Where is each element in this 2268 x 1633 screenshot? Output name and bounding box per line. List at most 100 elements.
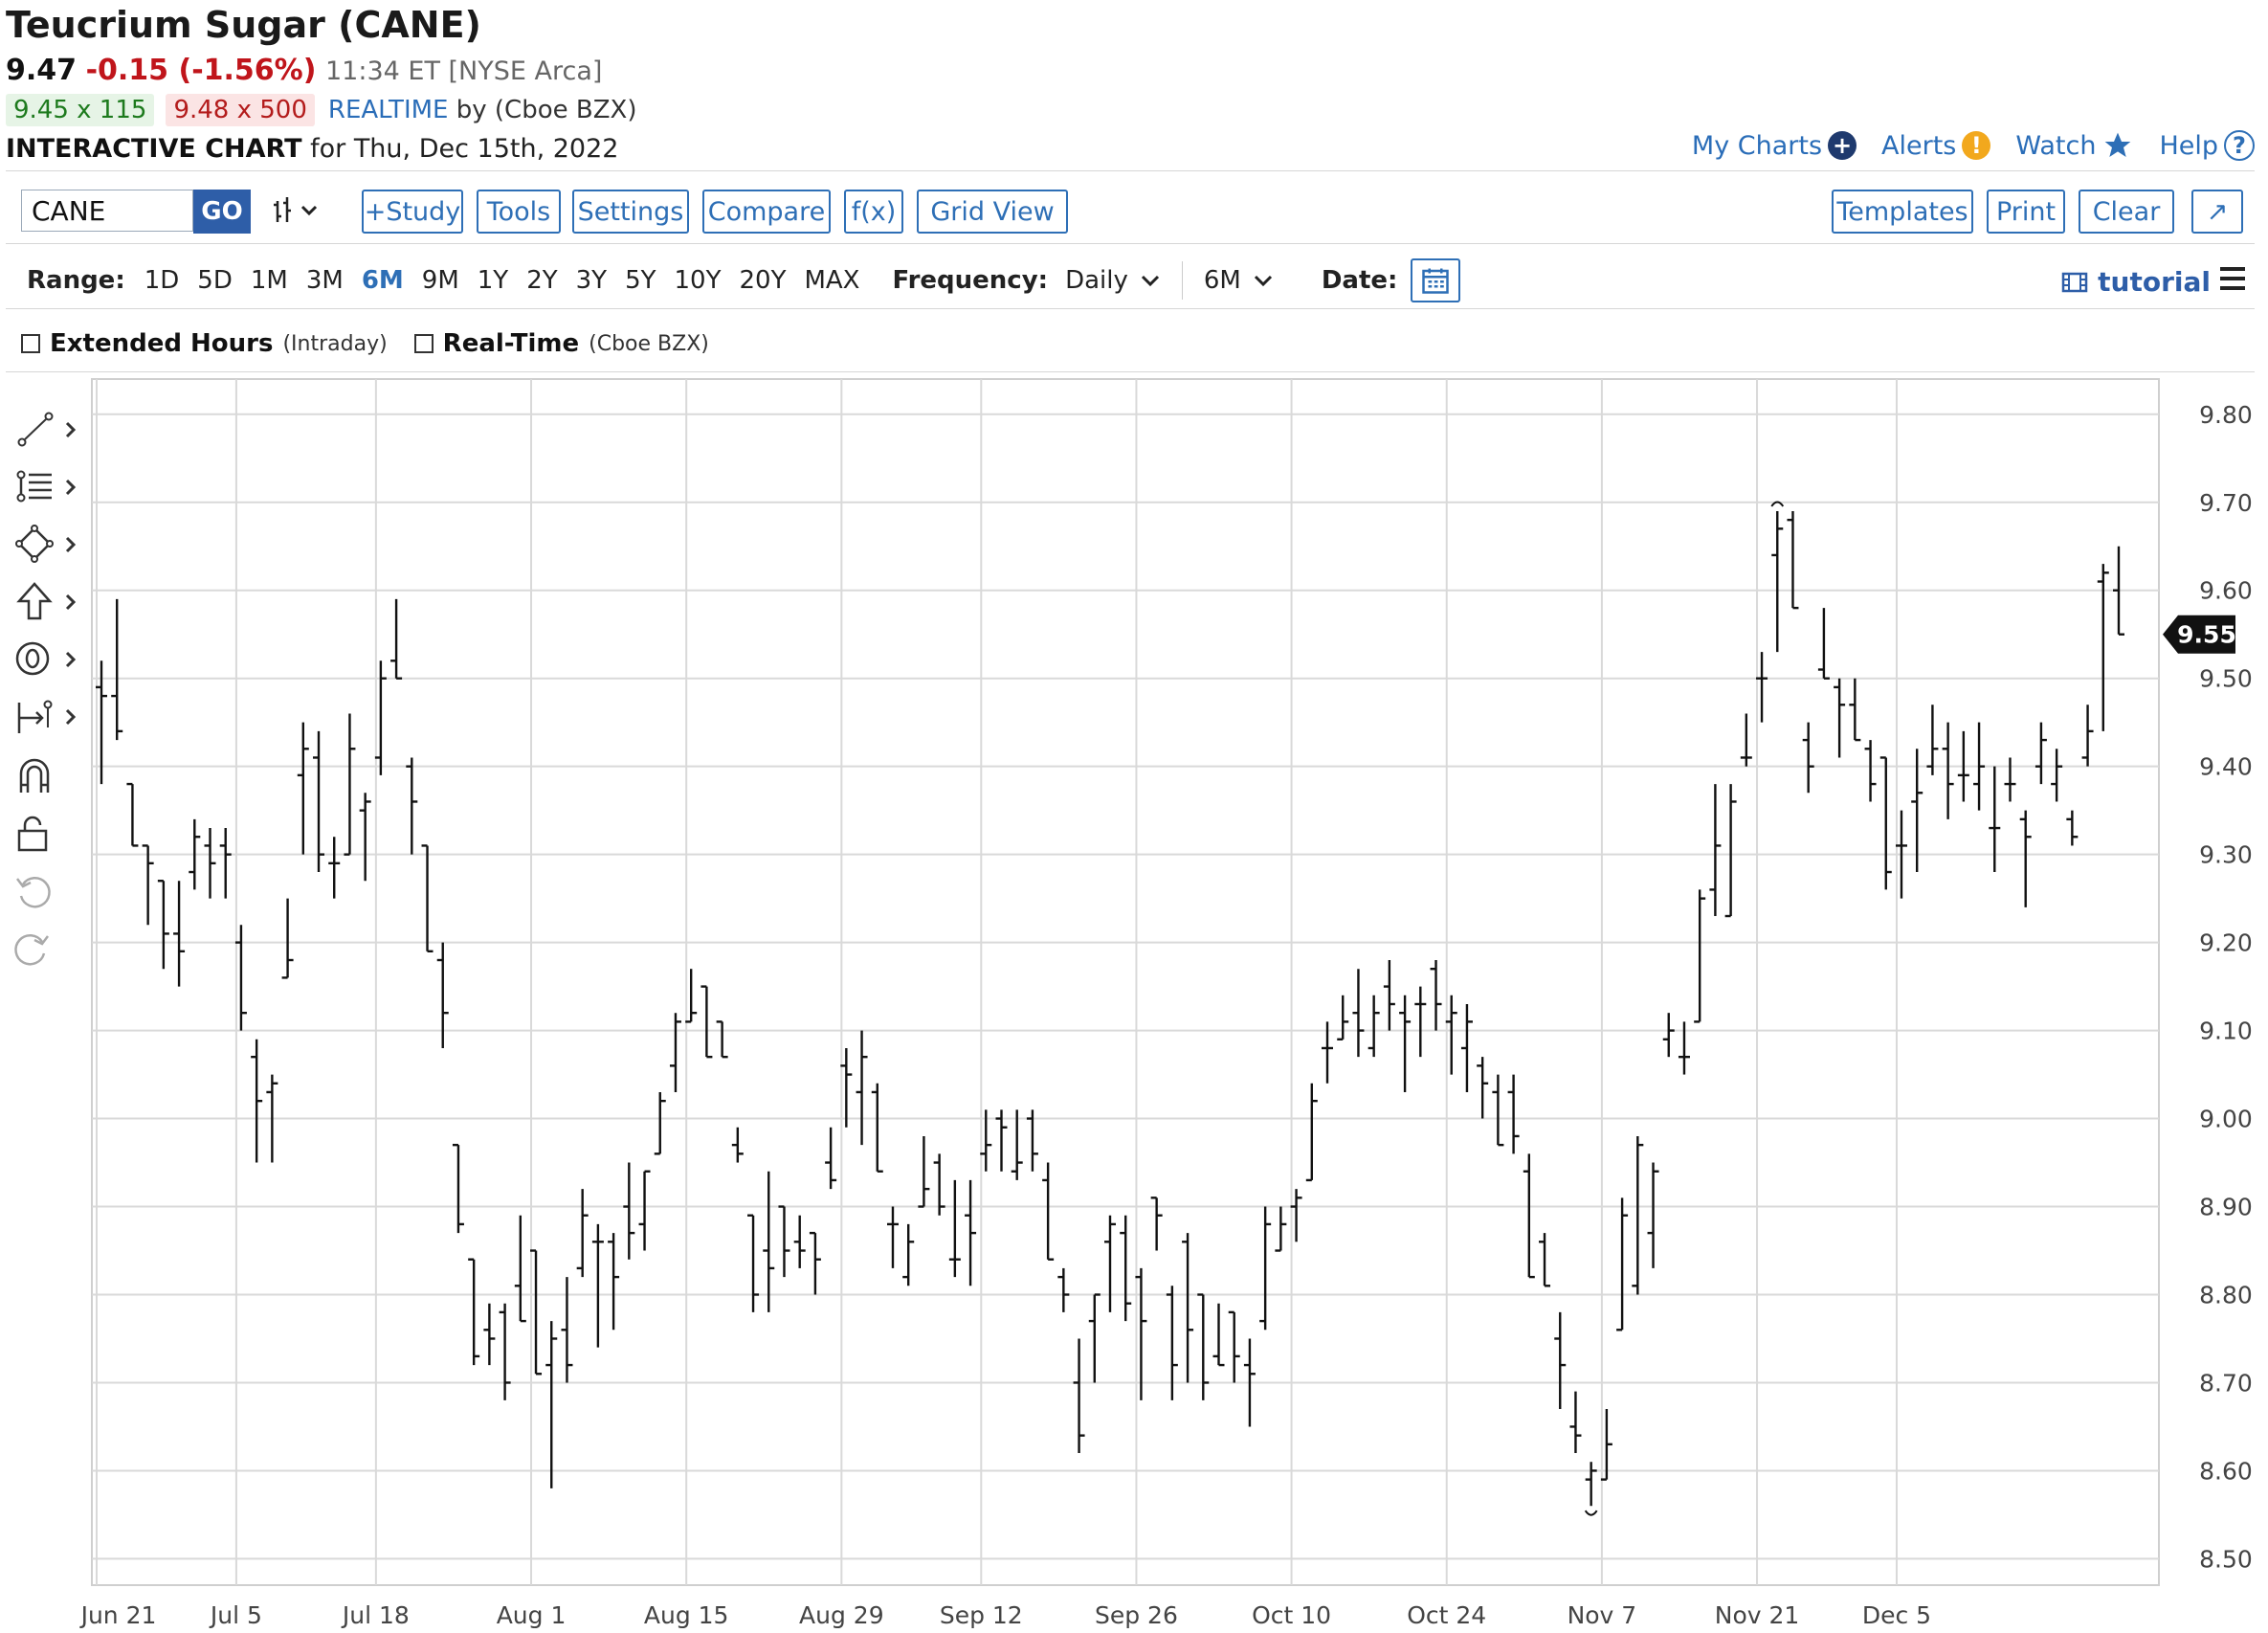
ohlc-bar [1073, 1338, 1085, 1454]
ohlc-bar [1802, 722, 1814, 794]
ohlc-bar [1088, 1293, 1101, 1383]
range-2y[interactable]: 2Y [526, 266, 557, 295]
compare-button[interactable]: Compare [702, 190, 831, 234]
ohlc-bar [1771, 510, 1784, 653]
clear-button[interactable]: Clear [2079, 190, 2174, 234]
watch-link[interactable]: Watch [2015, 130, 2134, 161]
ohlc-bar [716, 1020, 728, 1059]
ohlc-bar [1383, 960, 1395, 1031]
last-price-label: 9.55 [2177, 621, 2236, 649]
low-marker [1584, 1510, 1598, 1516]
tutorial-link[interactable]: tutorial [2061, 266, 2211, 298]
range-1y[interactable]: 1Y [478, 266, 508, 295]
y-tick-label: 9.60 [2199, 577, 2253, 605]
expand-button[interactable]: ↗ [2191, 190, 2243, 234]
ohlc-bar [281, 898, 294, 979]
ohlc-bar [561, 1277, 573, 1383]
range-3m[interactable]: 3M [306, 266, 344, 295]
ohlc-bar [1926, 705, 1939, 775]
range-1m[interactable]: 1M [251, 266, 288, 295]
print-button[interactable]: Print [1987, 190, 2065, 234]
chevron-down-icon [1141, 275, 1159, 287]
settings-button[interactable]: Settings [572, 190, 689, 234]
symbol-input[interactable] [21, 190, 193, 232]
ohlc-bar [173, 881, 186, 987]
range-separator [1181, 261, 1183, 300]
ohlc-bar [406, 757, 418, 855]
y-tick-label: 9.30 [2199, 841, 2253, 869]
go-button[interactable]: GO [193, 190, 251, 234]
ohlc-bar [809, 1231, 821, 1295]
x-tick-label: Sep 26 [1095, 1601, 1178, 1629]
date-label: Date: [1321, 266, 1398, 295]
ohlc-bar [731, 1127, 744, 1163]
calendar-button[interactable] [1411, 258, 1461, 302]
ohlc-bar [1709, 784, 1722, 917]
ohlc-bar [763, 1171, 775, 1312]
range-6m[interactable]: 6M [362, 266, 404, 295]
ohlc-bar [545, 1321, 558, 1488]
grid-view-button[interactable]: Grid View [917, 190, 1068, 234]
range-max[interactable]: MAX [804, 266, 859, 295]
ohlc-bar [1694, 889, 1706, 1023]
realtime-link[interactable]: REALTIME [328, 96, 449, 124]
range-row: Range: 1D 5D 1M 3M 6M 9M 1Y 2Y 3Y 5Y 10Y… [27, 258, 1461, 302]
ohlc-bar [1989, 766, 2001, 873]
top-links: My Charts + Alerts ! Watch Help ? [1692, 130, 2255, 161]
tools-button[interactable]: Tools [477, 190, 561, 234]
range-1d[interactable]: 1D [145, 266, 180, 295]
ohlc-bar [918, 1135, 930, 1208]
help-label: Help [2159, 130, 2218, 161]
my-charts-link[interactable]: My Charts + [1692, 131, 1857, 161]
checkbox-icon [413, 334, 434, 353]
period-select[interactable]: 6M [1204, 266, 1274, 295]
chart-grid [91, 378, 2160, 1586]
help-link[interactable]: Help ? [2159, 130, 2255, 161]
ohlc-bar [251, 1039, 263, 1163]
ohlc-bar [1647, 1162, 1659, 1268]
study-button[interactable]: +Study [362, 190, 463, 234]
ohlc-bar [1817, 608, 1830, 680]
ohlc-bar [1275, 1206, 1287, 1252]
fx-button[interactable]: f(x) [844, 190, 903, 234]
alerts-link[interactable]: Alerts ! [1881, 131, 1991, 161]
chart-type-icon[interactable] [270, 190, 327, 232]
templates-button[interactable]: Templates [1832, 190, 1973, 234]
range-20y[interactable]: 20Y [739, 266, 786, 295]
menu-icon[interactable] [2218, 266, 2247, 291]
ohlc-bar [1399, 995, 1412, 1092]
ohlc-bar [1477, 1057, 1489, 1119]
x-tick-label: Sep 12 [940, 1601, 1023, 1629]
help-icon: ? [2224, 130, 2255, 161]
price-chart[interactable]: 9.80 9.70 9.60 9.50 9.40 9.30 9.20 9.10 9.00 8.90… [0, 364, 2268, 1633]
ohlc-bar [390, 598, 403, 680]
range-10y[interactable]: 10Y [675, 266, 722, 295]
range-5d[interactable]: 5D [197, 266, 233, 295]
realtime-checkbox[interactable]: Real-Time (Cboe BZX) [413, 329, 709, 358]
realtime-source: by (Cboe BZX) [456, 96, 637, 124]
ohlc-bar [499, 1303, 511, 1400]
range-9m[interactable]: 9M [422, 266, 459, 295]
chart-date-line: INTERACTIVE CHART for Thu, Dec 15th, 202… [6, 134, 618, 164]
frequency-select[interactable]: Daily [1065, 266, 1161, 295]
ohlc-bar [778, 1205, 790, 1278]
ohlc-bar [359, 793, 371, 882]
ohlc-bar [421, 844, 434, 953]
range-divider [6, 308, 2255, 309]
ohlc-bar [886, 1206, 899, 1268]
range-5y[interactable]: 5Y [625, 266, 656, 295]
y-tick-label: 9.20 [2199, 929, 2253, 957]
quote-time: 11:34 ET [NYSE Arca] [325, 56, 603, 86]
ohlc-bar [2004, 757, 2016, 802]
x-tick-label: Aug 29 [799, 1601, 884, 1629]
ohlc-bar [1492, 1074, 1504, 1147]
range-3y[interactable]: 3Y [576, 266, 607, 295]
ohlc-bar [638, 1170, 651, 1251]
ohlc-bar [1337, 995, 1349, 1040]
ohlc-bar [436, 942, 449, 1048]
ohlc-bar [1864, 740, 1877, 802]
y-tick-label: 8.80 [2199, 1281, 2253, 1309]
x-tick-label: Jun 21 [79, 1601, 157, 1629]
ohlc-bar [1632, 1135, 1644, 1295]
extended-hours-checkbox[interactable]: Extended Hours (Intraday) [21, 329, 388, 358]
